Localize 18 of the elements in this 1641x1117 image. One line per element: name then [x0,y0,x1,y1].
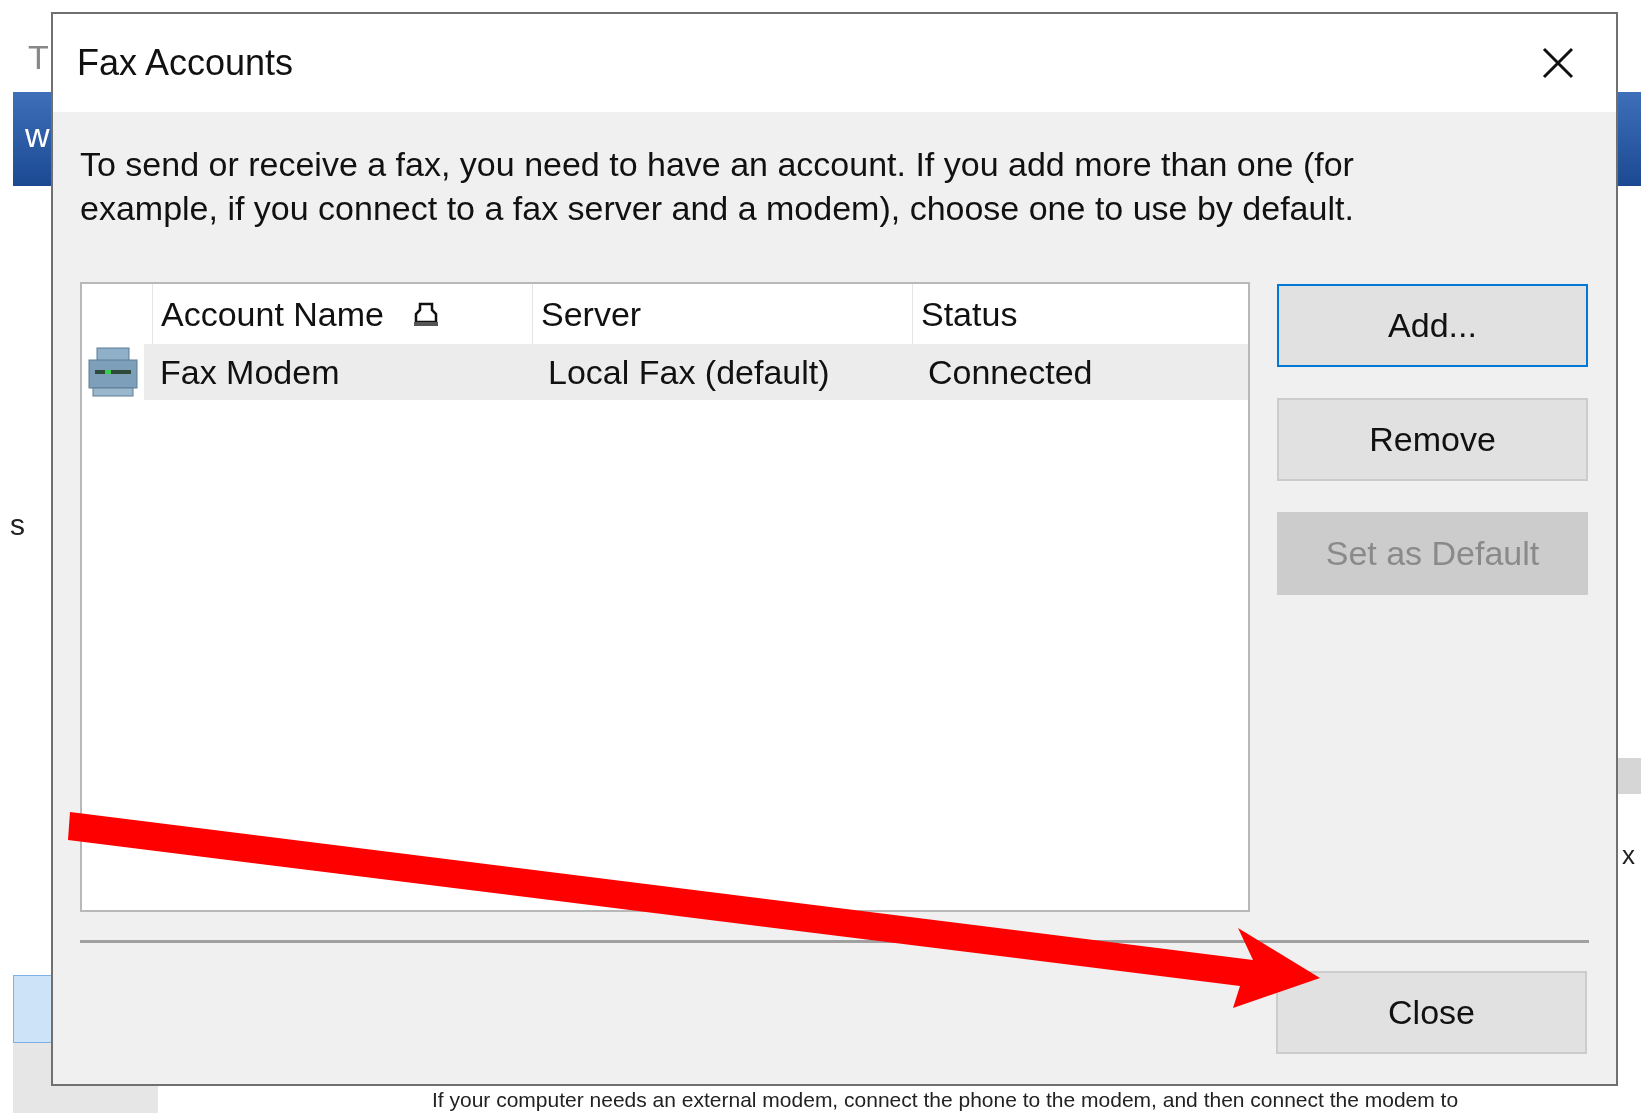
close-icon[interactable] [1540,45,1576,81]
action-button[interactable]: Add... [1277,284,1588,367]
background-panel [13,975,53,1043]
fax-machine-icon [85,344,141,400]
close-button[interactable]: Close [1276,971,1587,1054]
background-paragraph: If your computer needs an external modem, connect the phone to the modem, and then connect the modem to [432,1089,1459,1110]
list-cell-text: Fax Modem [159,351,341,393]
list-row[interactable]: Fax Modem Local Fax (default) Connected [144,344,1248,400]
list-cell-text: Connected [927,351,1094,393]
background-text: s [10,510,25,540]
action-button[interactable]: Remove [1277,398,1588,481]
background-text: T [28,40,49,74]
ribbon-tab-label: w [25,118,51,152]
window-title: Fax Accounts [77,41,294,85]
background-panel [1617,758,1641,794]
background-text: x [1622,842,1635,868]
intro-paragraph: To send or receive a fax, you need to have an account. If you add more than one (for example, if you connect to a fax server and a modem), choose one to use by default. [80,144,1355,229]
list-cell-text: Local Fax (default) [547,351,831,393]
